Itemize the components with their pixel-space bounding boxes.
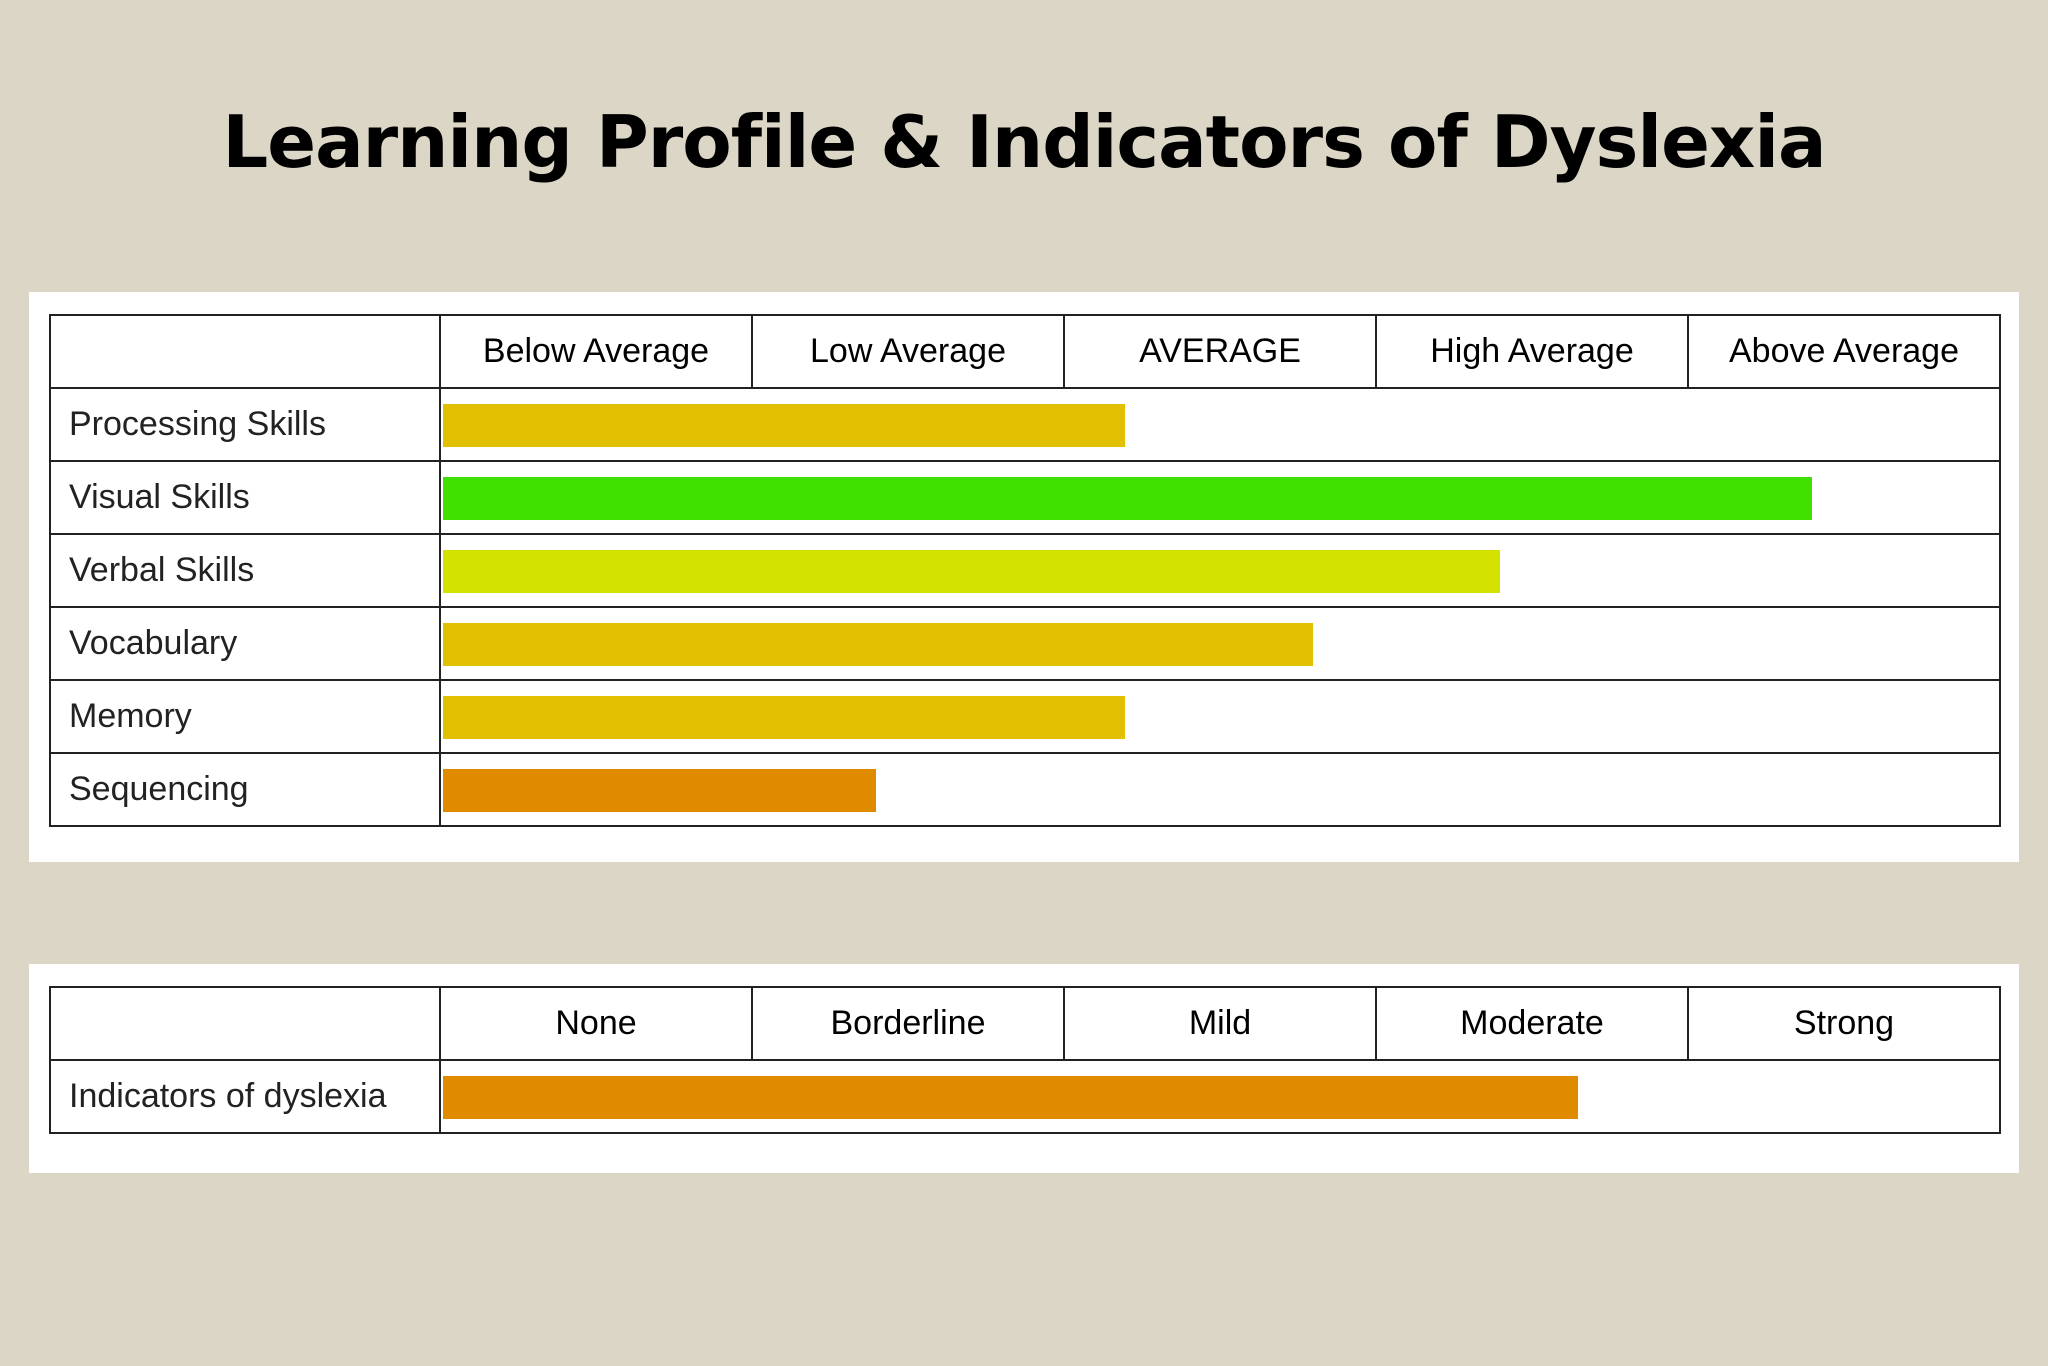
chart-row: Visual Skills (49, 460, 2001, 535)
scale-label: High Average (1375, 314, 1689, 389)
chart-row: Memory (49, 679, 2001, 754)
learning-profile-panel: Below Average Low Average AVERAGE High Aver… (29, 292, 2019, 862)
bar (443, 477, 1812, 520)
chart-row: Verbal Skills (49, 533, 2001, 608)
bar (443, 404, 1126, 447)
dyslexia-indicators-panel: None Borderline Mild Moderate Strong Indicato… (29, 964, 2019, 1173)
corner-cell (49, 986, 441, 1061)
scale-label: Strong (1687, 986, 2001, 1061)
category-label: Sequencing (49, 752, 441, 827)
scale-label: Moderate (1375, 986, 1689, 1061)
page-title: Learning Profile & Indicators of Dyslexi… (222, 100, 1826, 184)
bar-cell (439, 679, 2001, 754)
bar-cell (439, 1059, 2001, 1134)
category-label: Memory (49, 679, 441, 754)
profile-table: Below Average Low Average AVERAGE High Aver… (49, 314, 2001, 827)
bar (443, 550, 1500, 593)
scale-label: Borderline (751, 986, 1065, 1061)
chart-row: Processing Skills (49, 387, 2001, 462)
bar (443, 696, 1126, 739)
corner-cell (49, 314, 441, 389)
bar (443, 1076, 1578, 1119)
category-label: Indicators of dyslexia (49, 1059, 441, 1134)
dyslexia-table: None Borderline Mild Moderate Strong Indicato… (49, 986, 2001, 1134)
scale-label: Mild (1063, 986, 1377, 1061)
category-label: Visual Skills (49, 460, 441, 535)
scale-label: AVERAGE (1063, 314, 1377, 389)
category-label: Processing Skills (49, 387, 441, 462)
bar-cell (439, 387, 2001, 462)
category-label: Vocabulary (49, 606, 441, 681)
chart-row: Indicators of dyslexia (49, 1059, 2001, 1134)
chart-row: Sequencing (49, 752, 2001, 827)
bar (443, 769, 876, 812)
category-label: Verbal Skills (49, 533, 441, 608)
scale-label: Low Average (751, 314, 1065, 389)
bar (443, 623, 1313, 666)
scale-label: None (439, 986, 753, 1061)
scale-label: Below Average (439, 314, 753, 389)
bar-cell (439, 752, 2001, 827)
scale-label: Above Average (1687, 314, 2001, 389)
bar-cell (439, 533, 2001, 608)
bar-cell (439, 460, 2001, 535)
bar-cell (439, 606, 2001, 681)
chart-row: Vocabulary (49, 606, 2001, 681)
